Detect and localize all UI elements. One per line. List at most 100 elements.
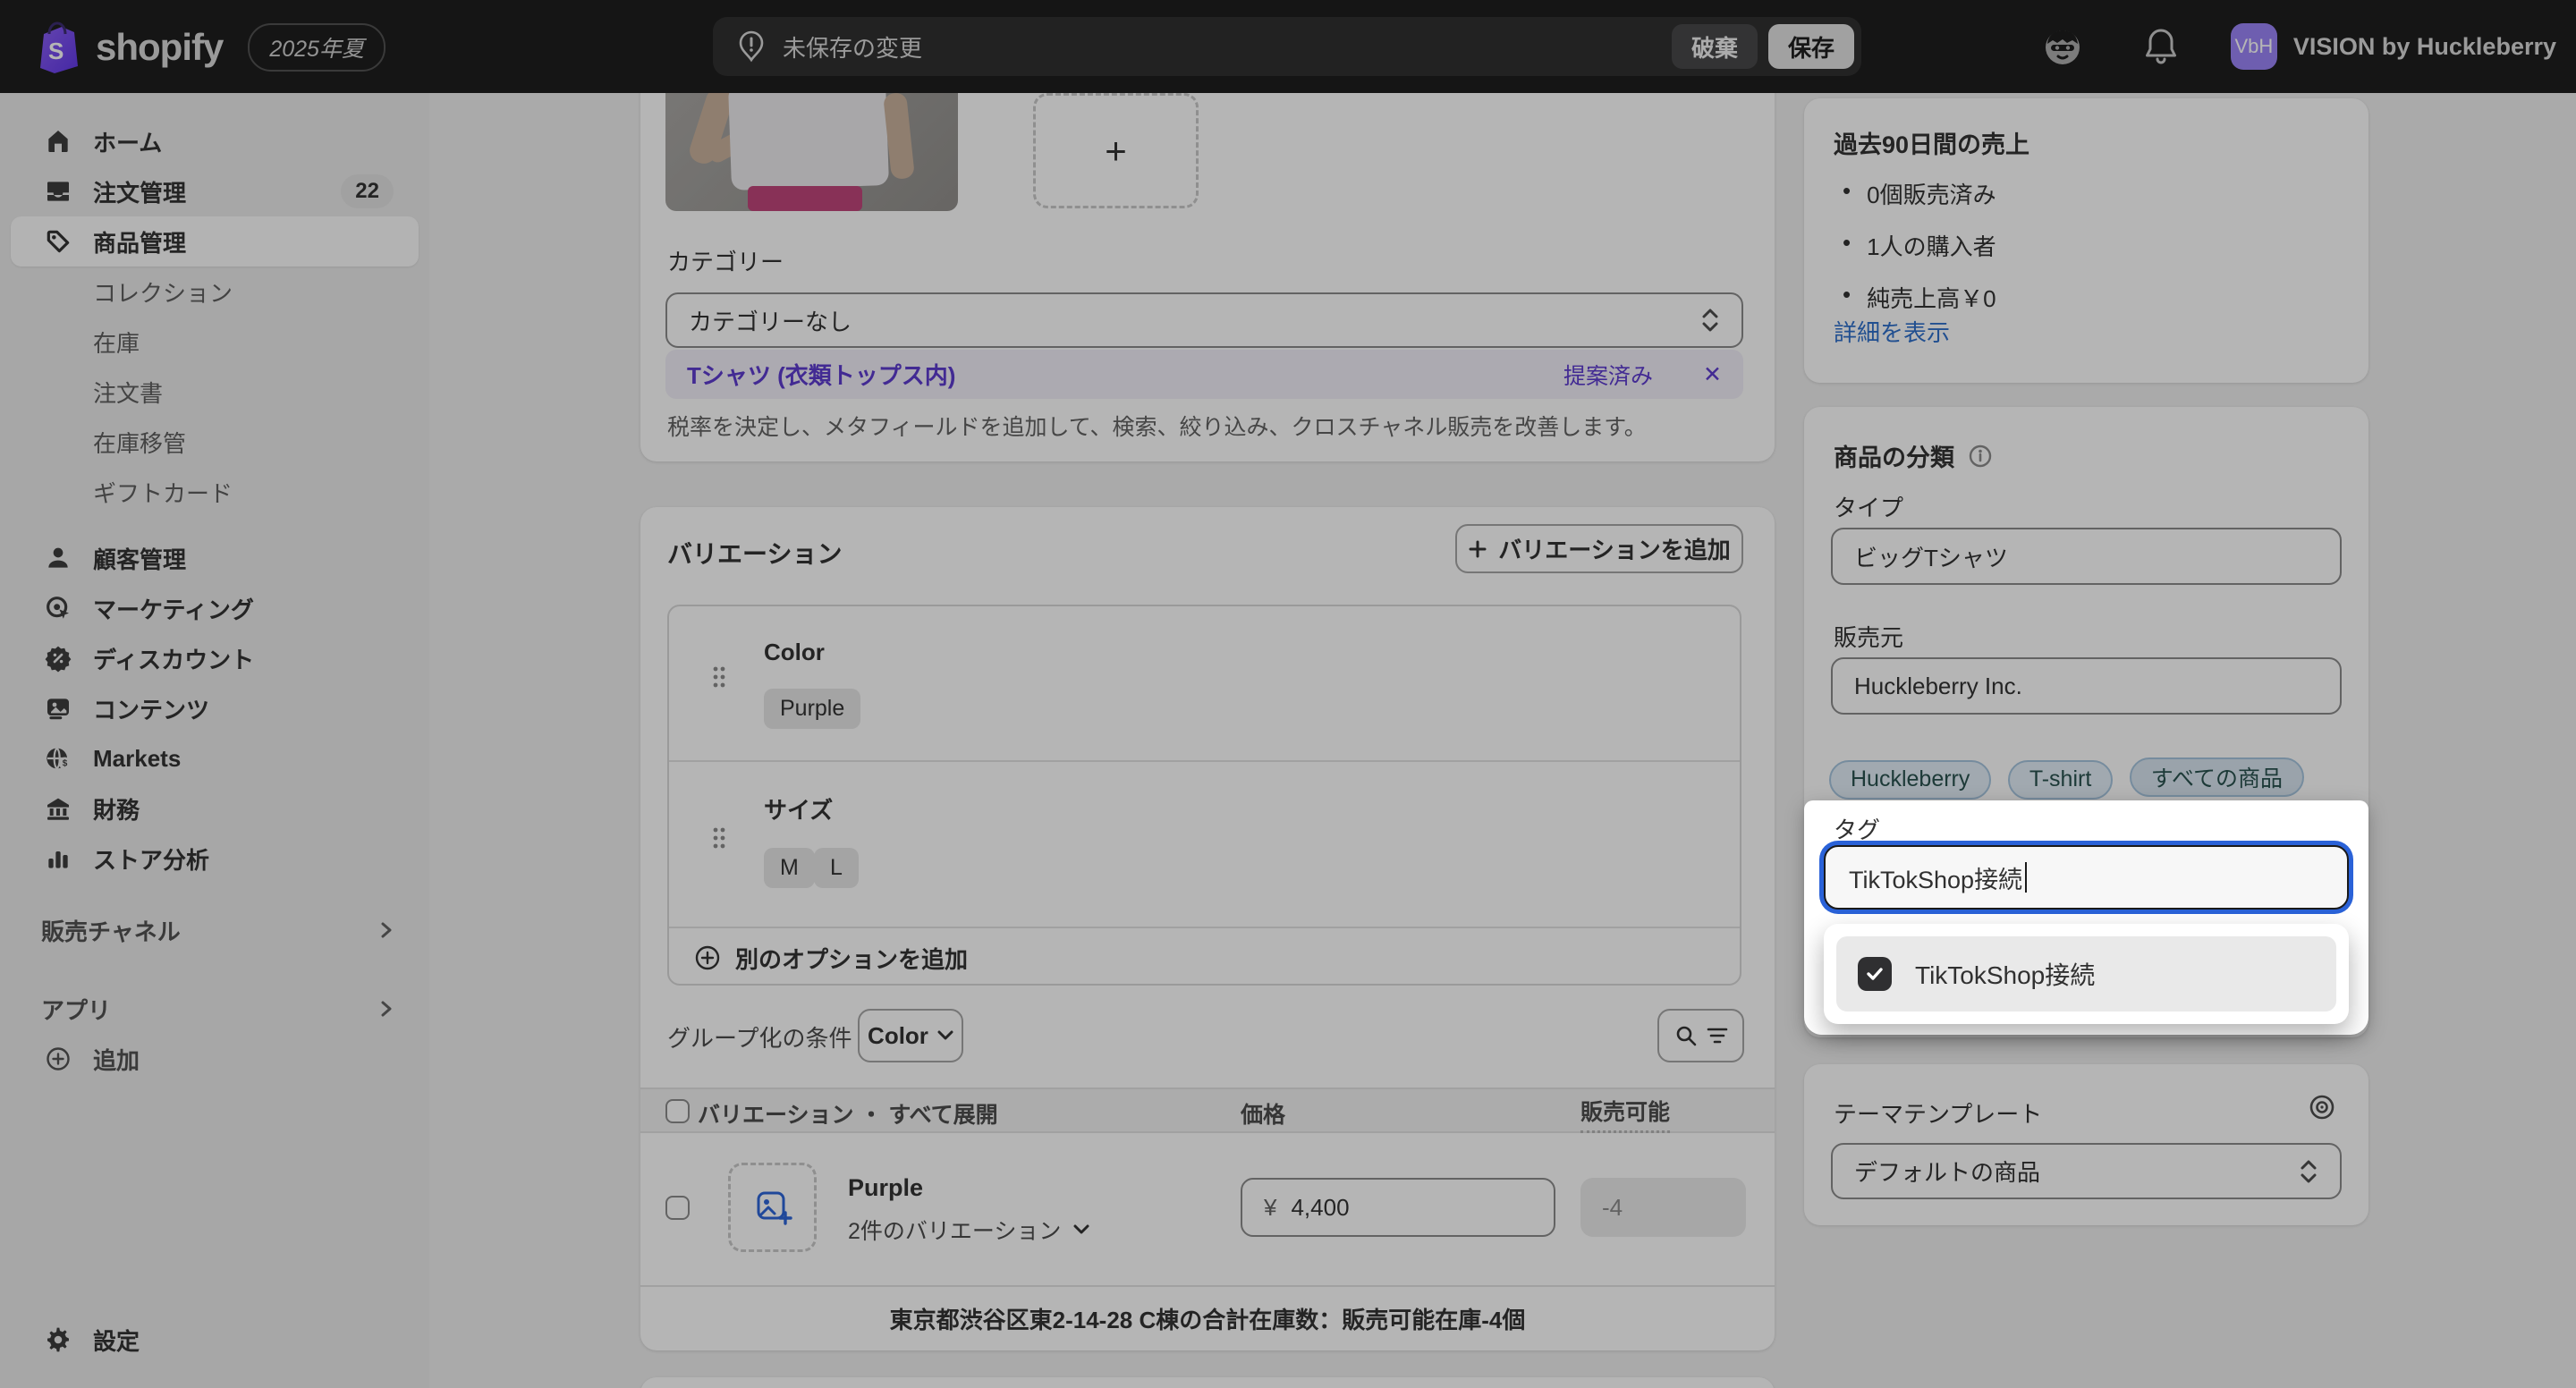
sidebar-item-collections[interactable]: コレクション: [11, 267, 419, 317]
tags-input[interactable]: TikTokShop接続: [1824, 845, 2349, 910]
type-input[interactable]: ビッグTシャツ: [1831, 528, 2342, 585]
person-icon: [41, 541, 75, 575]
photo-skirt: [748, 186, 862, 211]
sidebar-item-products[interactable]: 商品管理: [11, 216, 419, 267]
option-row-size[interactable]: サイズ M L: [669, 760, 1740, 927]
option-value-chip: Purple: [764, 689, 860, 729]
sales-card: 過去90日間の売上 •0個販売済み •1人の購入者 •純売上高￥0 詳細を表示: [1804, 98, 2368, 383]
close-icon[interactable]: ✕: [1703, 361, 1722, 388]
sidebar-item-markets[interactable]: $ Markets: [11, 733, 419, 783]
option-name: Color: [764, 639, 825, 666]
sidebar-item-inventory[interactable]: 在庫: [11, 317, 419, 367]
photo-shirt: [728, 93, 889, 190]
view-icon[interactable]: [2308, 1093, 2336, 1121]
variants-title: バリエーション: [667, 535, 842, 571]
group-by-select[interactable]: Color: [858, 1009, 963, 1062]
tag-chip[interactable]: T-shirt: [2008, 760, 2113, 800]
search-filter-button[interactable]: [1657, 1009, 1744, 1062]
sidebar-item-content[interactable]: コンテンツ: [11, 683, 419, 733]
discard-button[interactable]: 破棄: [1672, 24, 1758, 69]
sidebar-section-apps[interactable]: アプリ: [11, 984, 419, 1034]
option-row-color[interactable]: Color Purple: [669, 606, 1740, 760]
row-subtitle[interactable]: 2件のバリエーション: [848, 1214, 1089, 1246]
product-media-category-card: + カテゴリー カテゴリーなし Tシャツ (衣類トップス内) 提案済み ✕ 税率…: [640, 80, 1775, 461]
sidebar-section-sales-channels[interactable]: 販売チャネル: [11, 905, 419, 955]
discount-icon: [41, 641, 75, 675]
info-icon[interactable]: [1967, 443, 1994, 470]
globe-icon: $: [41, 741, 75, 775]
tag-editor-spotlight: タグ TikTokShop接続 TikTokShop接続: [1804, 800, 2368, 1035]
inventory-footer: 東京都渋谷区東2-14-28 C棟の合計在庫数：販売可能在庫-4個: [640, 1285, 1775, 1350]
add-media-tile[interactable]: +: [1033, 93, 1199, 208]
sales-bullet: •0個販売済み: [1834, 177, 1996, 210]
chevron-right-icon: [379, 919, 394, 941]
option-name: サイズ: [764, 792, 833, 825]
checked-checkbox-icon[interactable]: [1858, 957, 1892, 991]
sidebar-item-purchase-orders[interactable]: 注文書: [11, 367, 419, 417]
select-all-checkbox[interactable]: [665, 1099, 690, 1123]
brand-wordmark[interactable]: shopify: [96, 26, 223, 69]
option-value-chip: M: [764, 848, 815, 888]
tag-option-label: TikTokShop接続: [1915, 956, 2095, 992]
category-select[interactable]: カテゴリーなし: [665, 292, 1743, 348]
orders-icon: [41, 174, 75, 208]
suggestion-text[interactable]: Tシャツ (衣類トップス内): [687, 358, 955, 391]
row-image-placeholder[interactable]: [728, 1163, 817, 1252]
product-photo[interactable]: [665, 93, 958, 211]
shopify-logo-icon[interactable]: S: [30, 20, 81, 75]
price-input[interactable]: ¥ 4,400: [1241, 1178, 1555, 1237]
chevron-down-icon: [937, 1030, 953, 1041]
target-icon: [41, 591, 75, 625]
sidebar-item-transfers[interactable]: 在庫移管: [11, 417, 419, 467]
sidebar-item-settings[interactable]: 設定: [11, 1315, 419, 1365]
chevron-right-icon: [379, 998, 394, 1020]
category-label: カテゴリー: [667, 244, 784, 277]
sidebar-item-orders[interactable]: 注文管理 22: [11, 166, 419, 216]
col-price: 価格: [1241, 1097, 1285, 1130]
tags-input-value: TikTokShop接続: [1849, 860, 2022, 895]
col-variant[interactable]: バリエーション ・ すべて展開: [698, 1097, 998, 1130]
sidebar-item-finance[interactable]: 財務: [11, 783, 419, 834]
save-button[interactable]: 保存: [1768, 24, 1854, 69]
tag-chip[interactable]: すべての商品: [2130, 757, 2304, 797]
drag-handle-icon[interactable]: [712, 665, 726, 689]
vendor-input[interactable]: Huckleberry Inc.: [1831, 657, 2342, 715]
image-icon: [41, 691, 75, 725]
unsaved-changes-bar[interactable]: 未保存の変更 破棄 保存: [713, 17, 1861, 76]
sidebar-item-home[interactable]: ホーム: [11, 116, 419, 166]
sales-bullet: •1人の購入者: [1834, 229, 1996, 262]
sidebar-item-analytics[interactable]: ストア分析: [11, 834, 419, 884]
category-value: カテゴリーなし: [689, 304, 852, 337]
sidebar-item-gift-cards[interactable]: ギフトカード: [11, 467, 419, 517]
sidebar-item-discounts[interactable]: ディスカウント: [11, 633, 419, 683]
price-value: 4,400: [1291, 1194, 1349, 1222]
store-avatar[interactable]: VbH: [2231, 23, 2277, 70]
store-name[interactable]: VISION by Huckleberry: [2293, 33, 2556, 61]
tag-option-row[interactable]: TikTokShop接続: [1836, 936, 2336, 1011]
tags-dropdown: TikTokShop接続: [1824, 924, 2349, 1024]
bell-icon[interactable]: [2141, 25, 2181, 68]
updown-chevron-icon: [2299, 1158, 2318, 1185]
image-add-icon: [752, 1187, 793, 1228]
sidebar-item-marketing[interactable]: マーケティング: [11, 583, 419, 633]
row-name[interactable]: Purple: [848, 1174, 923, 1202]
sidekick-icon[interactable]: [2039, 23, 2086, 70]
sidebar-item-add[interactable]: 追加: [11, 1034, 419, 1084]
variant-row[interactable]: Purple 2件のバリエーション ¥ 4,400 -4: [640, 1133, 1775, 1285]
drag-handle-icon[interactable]: [712, 826, 726, 850]
tag-chip[interactable]: Huckleberry: [1829, 760, 1991, 800]
row-checkbox[interactable]: [665, 1196, 690, 1220]
sidebar-item-customers[interactable]: 顧客管理: [11, 533, 419, 583]
add-option-row[interactable]: 別のオプションを追加: [669, 927, 1740, 987]
sales-details-link[interactable]: 詳細を表示: [1834, 315, 1950, 348]
add-variant-button[interactable]: バリエーションを追加: [1455, 524, 1743, 573]
next-card-sliver: [640, 1377, 1775, 1388]
suggestion-status: 提案済み: [1563, 359, 1653, 391]
bank-icon: [41, 791, 75, 825]
theme-select[interactable]: デフォルトの商品: [1831, 1143, 2342, 1199]
col-available[interactable]: 販売可能: [1580, 1095, 1670, 1133]
home-icon: [41, 124, 75, 158]
unsaved-message: 未保存の変更: [783, 30, 1661, 63]
shopify-admin: + カテゴリー カテゴリーなし Tシャツ (衣類トップス内) 提案済み ✕ 税率…: [0, 0, 2576, 1388]
category-help-text: 税率を決定し、メタフィールドを追加して、検索、絞り込み、クロスチャネル販売を改善…: [667, 410, 1647, 442]
